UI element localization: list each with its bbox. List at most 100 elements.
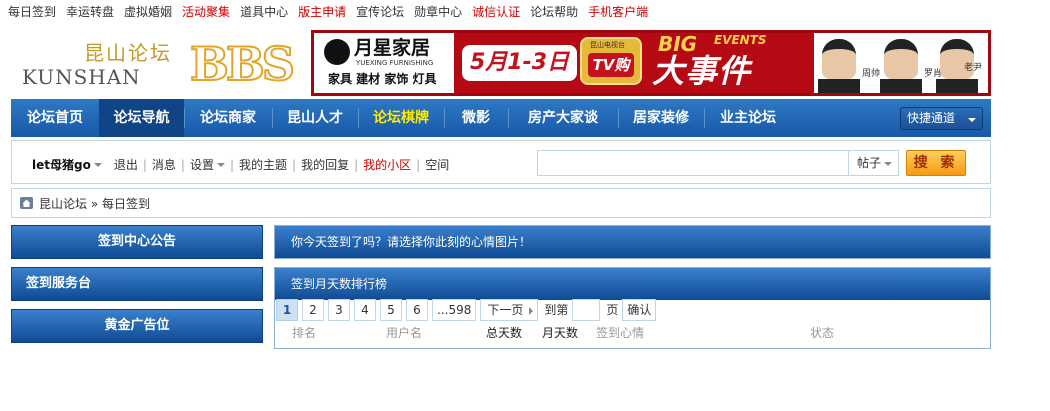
col-status: 状态	[810, 326, 835, 340]
goto-confirm-button[interactable]: 确认	[622, 299, 657, 321]
host-face-1	[822, 39, 856, 79]
logo-chinese-text: 昆山论坛	[84, 41, 172, 65]
top-link[interactable]: 勋章中心	[414, 4, 462, 20]
pagination: 1 2 3 4 5 6 ...598 下一页 到第 页确认	[276, 299, 660, 321]
banner-event-text: 大事件	[652, 52, 752, 90]
top-link[interactable]: 诚信认证	[472, 4, 520, 20]
link-divider: |	[292, 158, 297, 172]
user-link[interactable]: 我的回复	[301, 157, 349, 173]
username-link[interactable]: let母猪go	[32, 157, 91, 173]
next-page-button[interactable]: 下一页	[480, 299, 539, 321]
host-suit-3	[936, 79, 978, 93]
top-link[interactable]: 活动聚集	[182, 4, 230, 20]
chevron-down-icon[interactable]	[216, 163, 225, 167]
top-link[interactable]: 虚拟婚姻	[124, 4, 172, 20]
sign-in-prompt[interactable]: 你今天签到了吗？请选择你此刻的心情图片！	[275, 226, 990, 258]
goto-label: 到第	[544, 303, 569, 317]
goto-page-input[interactable]	[572, 299, 601, 321]
username-caret-icon[interactable]	[93, 163, 102, 167]
user-link[interactable]: 退出	[114, 157, 138, 173]
tv-screen-label: TV购	[588, 53, 634, 77]
top-link[interactable]: 宣传论坛	[356, 4, 404, 20]
banner-categories: 家具 建材 家饰 灯具	[328, 72, 437, 86]
link-divider: |	[229, 158, 235, 172]
banner-brand-english: YUEXING FURNISHING	[356, 59, 434, 67]
user-links: let母猪go 退出 | 消息 | 设置 | 我的主题 | 我的回复 | 我的小区 | 空间	[32, 157, 449, 173]
col-month-days[interactable]: 月天数	[542, 324, 578, 342]
link-divider: |	[180, 158, 185, 172]
page-link[interactable]: 4	[354, 299, 376, 321]
logo-english-text: KUNSHAN	[22, 65, 141, 89]
sign-service-button[interactable]: 签到服务台	[11, 267, 263, 301]
user-link[interactable]: 我的主题	[239, 157, 287, 173]
top-link[interactable]: 版主申请	[298, 4, 346, 20]
top-banner-ad[interactable]: 月星家居 YUEXING FURNISHING 家具 建材 家饰 灯具 5月1-…	[311, 30, 991, 96]
page-unit-label: 页	[606, 303, 619, 317]
chevron-right-icon	[529, 307, 534, 315]
sign-notice-button[interactable]: 签到中心公告	[11, 225, 263, 259]
user-link[interactable]: 我的小区	[363, 157, 411, 173]
search-input[interactable]	[537, 150, 849, 176]
next-page-label: 下一页	[487, 303, 524, 317]
search-type-label: 帖子	[857, 156, 882, 170]
nav-item[interactable]: 业主论坛	[704, 99, 792, 137]
site-logo[interactable]: 昆山论坛 KUNSHAN BBS	[22, 37, 296, 94]
nav-item[interactable]: 论坛导航	[99, 99, 184, 137]
quick-access-label: 快捷通道	[907, 111, 956, 125]
nav-item[interactable]: 论坛棋牌	[358, 99, 444, 137]
breadcrumb-home-link[interactable]: 昆山论坛	[39, 197, 87, 211]
ranking-title: 签到月天数排行榜	[275, 268, 990, 300]
tv-icon: 昆山电视台 TV购	[580, 37, 642, 85]
nav-item[interactable]: 昆山人才	[272, 99, 358, 137]
nav-item[interactable]: 居家装修	[618, 99, 704, 137]
host-suit-2	[880, 79, 922, 93]
top-link[interactable]: 道具中心	[240, 4, 288, 20]
logo-bbs-mark: BBS	[189, 37, 296, 91]
breadcrumb-separator: »	[90, 197, 99, 211]
main-nav: 论坛首页 论坛导航 论坛商家 昆山人才 论坛棋牌 微影 房产大家谈 居家装修 业主论坛	[11, 99, 991, 137]
quick-access-dropdown[interactable]: 快捷通道	[900, 107, 983, 130]
brand-moon-icon	[324, 39, 350, 65]
breadcrumb: 昆山论坛 » 每日签到	[11, 188, 991, 218]
page-link[interactable]: 2	[302, 299, 324, 321]
home-icon[interactable]	[20, 197, 33, 209]
banner-brand-panel: 月星家居 YUEXING FURNISHING 家具 建材 家饰 灯具	[314, 33, 454, 93]
chevron-down-icon	[884, 162, 892, 166]
page-link[interactable]: ...598	[432, 299, 477, 321]
top-link[interactable]: 每日签到	[8, 4, 56, 20]
page-link[interactable]: 3	[328, 299, 350, 321]
nav-item[interactable]: 房产大家谈	[508, 99, 618, 137]
breadcrumb-text: 昆山论坛 » 每日签到	[39, 196, 150, 212]
banner-hosts-photo: 周帅 罗肖 老尹	[814, 33, 988, 93]
host-face-2	[884, 39, 918, 79]
ranking-table-header: 排名 用户名 总天数 月天数 签到心情 状态	[276, 324, 989, 342]
breadcrumb-current[interactable]: 每日签到	[102, 197, 150, 211]
user-link[interactable]: 空间	[425, 157, 449, 173]
col-total-days[interactable]: 总天数	[486, 324, 522, 342]
nav-item[interactable]: 微影	[444, 99, 508, 137]
col-mood: 签到心情	[596, 326, 645, 340]
top-link[interactable]: 手机客户端	[588, 4, 648, 20]
col-rank: 排名	[292, 326, 317, 340]
top-links-bar: 每日签到 幸运转盘 虚拟婚姻 活动聚集 道具中心 版主申请 宣传论坛 勋章中心 诚信认证 论坛帮助…	[8, 4, 658, 20]
search-button[interactable]: 搜 索	[906, 150, 966, 176]
user-link[interactable]: 设置	[190, 157, 214, 173]
link-divider: |	[354, 158, 359, 172]
chevron-down-icon	[968, 118, 976, 122]
page-link[interactable]: 5	[380, 299, 402, 321]
search-type-select[interactable]: 帖子	[849, 150, 899, 176]
host-name-3: 老尹	[964, 63, 983, 73]
page-current[interactable]: 1	[276, 299, 298, 321]
nav-item[interactable]: 论坛商家	[184, 99, 272, 137]
user-link[interactable]: 消息	[152, 157, 176, 173]
top-link[interactable]: 论坛帮助	[530, 4, 578, 20]
page-link[interactable]: 6	[406, 299, 428, 321]
col-username: 用户名	[386, 326, 423, 340]
banner-date: 5月1-3日	[462, 45, 578, 81]
nav-item[interactable]: 论坛首页	[11, 99, 99, 137]
sign-in-panel: 你今天签到了吗？请选择你此刻的心情图片！	[274, 225, 991, 259]
banner-brand-name: 月星家居	[354, 37, 431, 59]
top-link[interactable]: 幸运转盘	[66, 4, 114, 20]
tv-station-label: 昆山电视台	[590, 41, 625, 49]
gold-ad-button[interactable]: 黄金广告位	[11, 309, 263, 343]
